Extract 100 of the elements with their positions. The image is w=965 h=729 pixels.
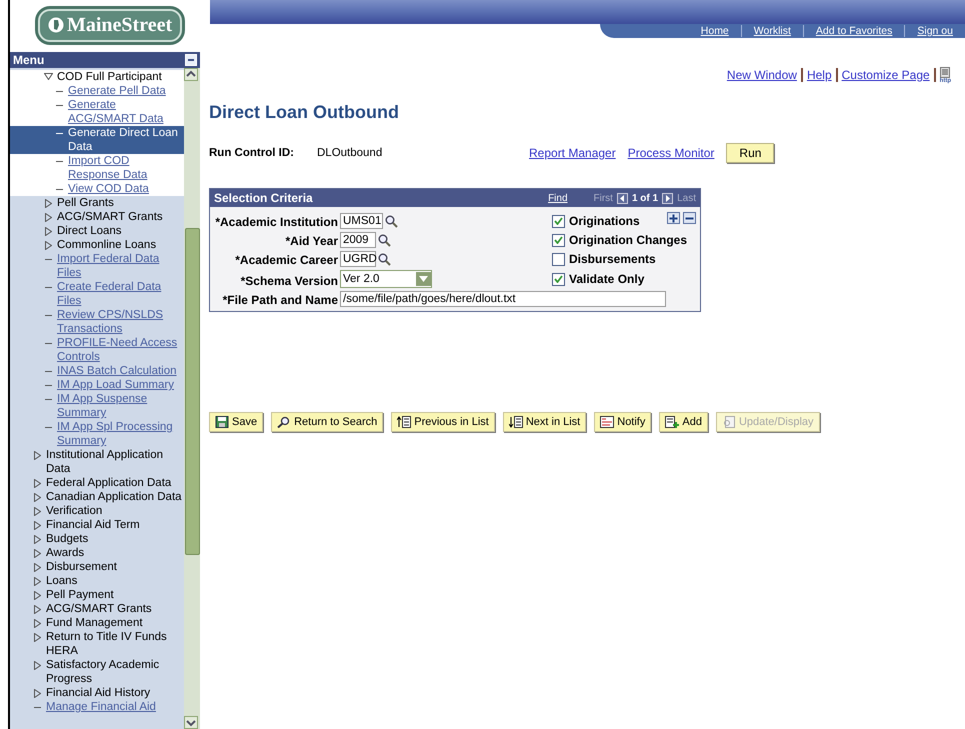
menu-item[interactable]: Institutional Application Data bbox=[10, 448, 184, 476]
page-link[interactable]: Customize Page bbox=[842, 68, 930, 82]
row-count: 1 of 1 bbox=[632, 192, 658, 204]
collapsed-triangle-icon bbox=[34, 661, 41, 670]
collapse-icon[interactable] bbox=[185, 54, 197, 66]
run-control-value: DLOutbound bbox=[317, 147, 384, 159]
note-icon bbox=[600, 416, 614, 428]
menu-item[interactable]: PROFILE-Need Access Controls bbox=[10, 336, 184, 364]
page-title: Direct Loan Outbound bbox=[209, 102, 400, 123]
menu-item[interactable]: Financial Aid History bbox=[10, 686, 184, 700]
up-list-icon bbox=[397, 416, 412, 428]
delete-row-button[interactable] bbox=[683, 212, 696, 224]
menu-item[interactable]: Disbursement bbox=[10, 560, 184, 574]
menu-item[interactable]: Create Federal Data Files bbox=[10, 280, 184, 308]
document-search-icon bbox=[722, 416, 736, 428]
checkbox[interactable] bbox=[552, 214, 565, 228]
menu-item[interactable]: Fund Management bbox=[10, 616, 184, 630]
field-label: *Schema Version bbox=[240, 274, 339, 288]
menu-item[interactable]: IM App Load Summary bbox=[10, 378, 184, 392]
menu-item[interactable]: Manage Financial Aid bbox=[10, 700, 184, 714]
menu-item[interactable]: Commonline Loans bbox=[10, 238, 184, 252]
map-icon bbox=[48, 17, 64, 33]
menu-item[interactable]: Pell Payment bbox=[10, 588, 184, 602]
menu-item[interactable]: ACG/SMART Grants bbox=[10, 210, 184, 224]
down-list-icon bbox=[508, 416, 523, 428]
menu-item[interactable]: Pell Grants bbox=[10, 196, 184, 210]
plus-icon bbox=[669, 214, 678, 222]
menu-item[interactable]: Generate ACG/SMART Data bbox=[10, 98, 184, 126]
menu-item[interactable]: Loans bbox=[10, 574, 184, 588]
menu-item[interactable]: ACG/SMART Grants bbox=[10, 602, 184, 616]
field-label: *Academic Career bbox=[234, 253, 339, 267]
checkbox-label: Validate Only bbox=[569, 272, 644, 286]
checkmark-icon bbox=[554, 275, 563, 283]
menu-item[interactable]: Awards bbox=[10, 546, 184, 560]
toolbar-button[interactable]: Notify bbox=[594, 412, 652, 432]
last-label: Last bbox=[677, 192, 696, 204]
toolbar-button[interactable]: Add bbox=[659, 412, 708, 432]
input-field[interactable]: /some/file/path/goes/here/dlout.txt bbox=[340, 291, 666, 307]
field-label: *Academic Institution bbox=[214, 215, 339, 229]
add-row-button[interactable] bbox=[667, 212, 680, 224]
scrollbar[interactable] bbox=[184, 68, 200, 729]
run-button[interactable]: Run bbox=[726, 143, 774, 163]
scroll-thumb[interactable] bbox=[185, 228, 200, 555]
checkbox[interactable] bbox=[552, 272, 565, 286]
checkbox[interactable] bbox=[552, 234, 565, 246]
field-label: *File Path and Name bbox=[222, 293, 339, 307]
scroll-down-icon bbox=[184, 716, 198, 729]
header-link[interactable]: Worklist bbox=[740, 25, 803, 37]
input-field[interactable]: 2009 bbox=[340, 232, 376, 248]
add-document-icon bbox=[665, 416, 680, 428]
collapsed-triangle-icon bbox=[34, 689, 41, 698]
run-control-label: Run Control ID: bbox=[209, 147, 295, 159]
checkmark-icon bbox=[554, 236, 563, 244]
menu-item[interactable]: Canadian Application Data bbox=[10, 490, 184, 504]
first-label: First bbox=[594, 192, 613, 204]
menu-item[interactable]: Import COD Response Data bbox=[10, 154, 184, 182]
process-link[interactable]: Report Manager bbox=[529, 146, 616, 160]
page-link[interactable]: New Window bbox=[726, 68, 797, 82]
checkbox-label: Origination Changes bbox=[569, 233, 688, 247]
toolbar-button[interactable]: Previous in List bbox=[391, 412, 495, 432]
header-link[interactable]: Home bbox=[688, 25, 741, 37]
menu-item[interactable]: Direct Loans bbox=[10, 224, 184, 238]
header-link[interactable]: Add to Favorites bbox=[802, 25, 904, 37]
search-icon bbox=[277, 416, 292, 428]
header-link[interactable]: Sign ou bbox=[904, 25, 965, 37]
field-label: *Aid Year bbox=[284, 234, 339, 248]
scroll-up-icon bbox=[184, 68, 198, 81]
toolbar-button[interactable]: Return to Search bbox=[271, 412, 384, 432]
page-link[interactable]: Help bbox=[806, 68, 832, 82]
find-link[interactable]: Find bbox=[548, 192, 568, 204]
menu-item[interactable]: View COD Data bbox=[10, 182, 184, 196]
menu-item[interactable]: INAS Batch Calculation bbox=[10, 364, 184, 378]
menu-item[interactable]: IM App Suspense Summary bbox=[10, 392, 184, 420]
checkbox[interactable] bbox=[552, 252, 565, 266]
menu-item[interactable]: Budgets bbox=[10, 532, 184, 546]
dropdown-field[interactable]: Ver 2.0 bbox=[340, 270, 432, 288]
menu-item[interactable]: Financial Aid Term bbox=[10, 518, 184, 532]
input-field[interactable]: UMS01 bbox=[340, 213, 383, 229]
caret-icon bbox=[419, 276, 428, 282]
toolbar-button[interactable]: Next in List bbox=[502, 412, 586, 432]
menu-item[interactable]: Federal Application Data bbox=[10, 476, 184, 490]
menu-item[interactable]: IM App Spl Processing Summary bbox=[10, 420, 184, 448]
menu-item[interactable]: Generate Direct Loan Data bbox=[10, 126, 184, 154]
toolbar-button[interactable]: Save bbox=[209, 412, 264, 432]
menu-item[interactable]: Return to Title IV Funds HERA bbox=[10, 630, 184, 658]
menu-item[interactable]: Verification bbox=[10, 504, 184, 518]
search-icon bbox=[378, 234, 391, 246]
panel-title: Selection Criteria bbox=[214, 191, 314, 205]
menu-item[interactable]: COD Full Participant bbox=[10, 70, 184, 84]
menu-item[interactable]: Import Federal Data Files bbox=[10, 252, 184, 280]
expanded-triangle-icon bbox=[44, 73, 53, 80]
menu-item[interactable]: Generate Pell Data bbox=[10, 84, 184, 98]
collapsed-triangle-icon bbox=[34, 451, 41, 460]
input-field[interactable]: UGRD bbox=[340, 251, 376, 267]
menu-title: Menu bbox=[13, 53, 44, 67]
checkbox-label: Disbursements bbox=[569, 252, 656, 266]
menu-item[interactable]: Satisfactory Academic Progress bbox=[10, 658, 184, 686]
search-icon bbox=[385, 214, 398, 228]
menu-item[interactable]: Review CPS/NSLDS Transactions bbox=[10, 308, 184, 336]
process-link[interactable]: Process Monitor bbox=[628, 146, 714, 160]
